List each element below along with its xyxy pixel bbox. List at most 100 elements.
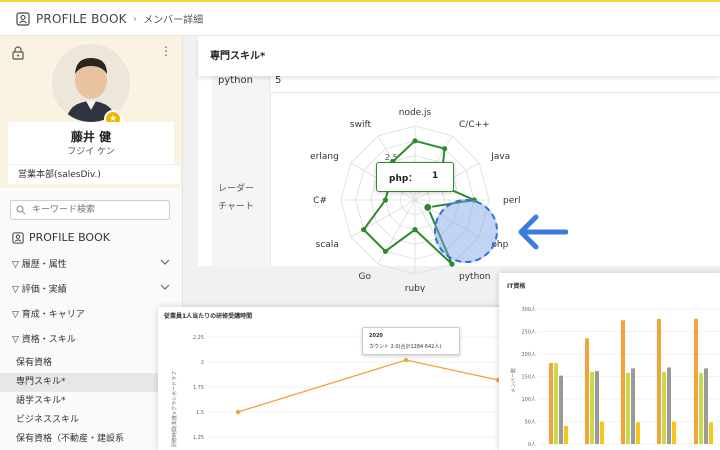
radar-label: レーダー チャート [218,180,266,216]
tooltip-label: php： [389,174,418,184]
radar-label-cell: レーダー チャート [212,92,271,266]
it-cert-chart-card: IT資格 300人 250人 200人 150人 100人 50人 0人 メンバー数 [499,273,720,450]
sidebar-menu: ▽ 履歴・属性 ▽ 評価・実績 ▽ 育成・キャリア ▽ 資格・スキル [0,251,182,351]
radar-axis-label: Go [359,272,372,282]
bar [636,422,640,444]
bar [554,363,558,444]
radar-point [449,261,455,267]
sub-item-certifications[interactable]: 保有資格 [0,354,182,373]
bar [662,372,666,444]
profile-book-logo-icon [16,11,30,26]
radar-label-line: レーダー [218,184,255,194]
nav-title-label: PROFILE BOOK [29,231,110,244]
sidebar-item-label: ▽ 履歴・属性 [12,260,67,270]
radar-axis-label: C/C++ [459,120,490,130]
bar-chart: 300人 250人 200人 150人 100人 50人 0人 メンバー数 [510,307,720,448]
bar [704,368,708,444]
chevron-down-icon [160,284,170,290]
y-tick-label: 250人 [521,330,536,336]
tooltip-value: 1 [432,171,439,181]
bar [694,318,698,444]
radar-point [412,138,418,144]
radar-axis-label: ruby [405,284,426,292]
drag-target-highlight[interactable] [434,199,498,263]
sidebar: ⋮ ★ 藤井 健 フジイ ケン 営業本部(salesDiv.) キーワード検索 … [0,36,183,450]
bar [549,363,553,444]
radar-point [442,146,448,152]
line-point [235,409,241,415]
bar [657,318,661,444]
sidebar-item-label: ▽ 資格・スキル [12,335,76,345]
bar [600,421,604,444]
sub-item-expert-skills[interactable]: 専門スキル* [0,373,182,392]
radar-chart: node.jsC/C++JavaperlphppythonrubyGoscala… [310,108,520,292]
member-name: 藤井 健 [70,130,112,144]
sidebar-item-skills[interactable]: ▽ 資格・スキル [0,326,182,351]
more-menu-icon[interactable]: ⋮ [160,44,172,58]
member-kana: フジイ ケン [67,147,115,157]
bar [585,338,589,445]
profile-book-logo-icon [12,231,24,244]
sidebar-item-history[interactable]: ▽ 履歴・属性 [0,251,182,276]
y-tick-label: 300人 [521,307,536,313]
radar-axis-label: C# [313,196,327,206]
sidebar-item-career[interactable]: ▽ 育成・キャリア [0,301,182,326]
radar-point [423,202,433,212]
y-tick-label: 100人 [521,397,536,403]
sub-item-realestate-certs[interactable]: 保有資格（不動産・建設系 [0,430,182,449]
sub-item-business-skills[interactable]: ビジネススキル [0,411,182,430]
tooltip-text: カウント 2.0(合計1284 642人) [369,344,442,350]
radar-axis-label: node.js [399,108,432,118]
bar [699,372,703,444]
bar [590,372,594,444]
arrow-left-icon [518,214,568,250]
radar-axis-label: swift [350,120,372,130]
bar [709,422,713,444]
y-tick-label: 200人 [521,352,536,358]
y-tick-label: 2.25 [193,335,204,341]
bar [672,421,676,444]
radar-point [382,248,388,254]
radar-point [382,197,388,203]
tooltip-title: 2020 [369,333,383,339]
department-label: 営業本部(salesDiv.) [8,164,180,184]
bar [621,320,625,445]
search-icon [16,205,26,215]
y-tick-label: 150人 [521,375,536,381]
radar-axis-label: scala [316,240,339,250]
y-tick-label: 1.5 [196,410,204,416]
y-axis-label: メンバー数 [510,368,517,393]
radar-axis-label: perl [503,196,520,206]
name-box: 藤井 健 フジイ ケン [8,122,174,164]
line-tooltip: 2020 カウント 2.0(合計1284 642人) [362,327,460,355]
top-bar: PROFILE BOOK › メンバー詳細 [0,0,720,36]
section-title: 専門スキル* [198,38,720,76]
sidebar-item-label: ▽ 評価・実績 [12,285,67,295]
app-title[interactable]: PROFILE BOOK [36,12,127,26]
y-tick-label: 2 [201,360,204,366]
training-chart-card: 従業員1人当たりの研修受講時間 2.25 2 1.75 1.5 1.25 研修時間(年度×… [158,307,503,450]
y-tick-label: 50人 [525,420,536,426]
search-input[interactable] [30,204,164,216]
radar-axis-label: Java [490,152,510,162]
bar [595,371,599,444]
bar [667,367,671,444]
y-tick-label: 1.75 [193,385,204,391]
radar-point [412,227,418,233]
sidebar-item-evaluation[interactable]: ▽ 評価・実績 [0,276,182,301]
y-axis-label: 研修時間(年度×グラシボードラフ [171,371,178,447]
search-box[interactable] [10,200,170,220]
skills-submenu: 保有資格 専門スキル* 語学スキル* ビジネススキル 保有資格（不動産・建設系 [0,354,182,449]
breadcrumb: メンバー詳細 [143,15,204,26]
line-series [237,359,499,413]
bar [626,372,630,444]
y-tick-label: 1.25 [193,435,204,441]
nav-title[interactable]: PROFILE BOOK [12,231,110,244]
profile-card: ⋮ ★ 藤井 健 フジイ ケン 営業本部(salesDiv.) [0,36,182,188]
y-tick-label: 0人 [528,442,536,448]
bar [631,368,635,444]
lock-icon[interactable] [12,46,24,60]
radar-label-line: チャート [218,202,254,212]
breadcrumb-separator-icon: › [132,12,138,25]
sub-item-language-skills[interactable]: 語学スキル* [0,392,182,411]
